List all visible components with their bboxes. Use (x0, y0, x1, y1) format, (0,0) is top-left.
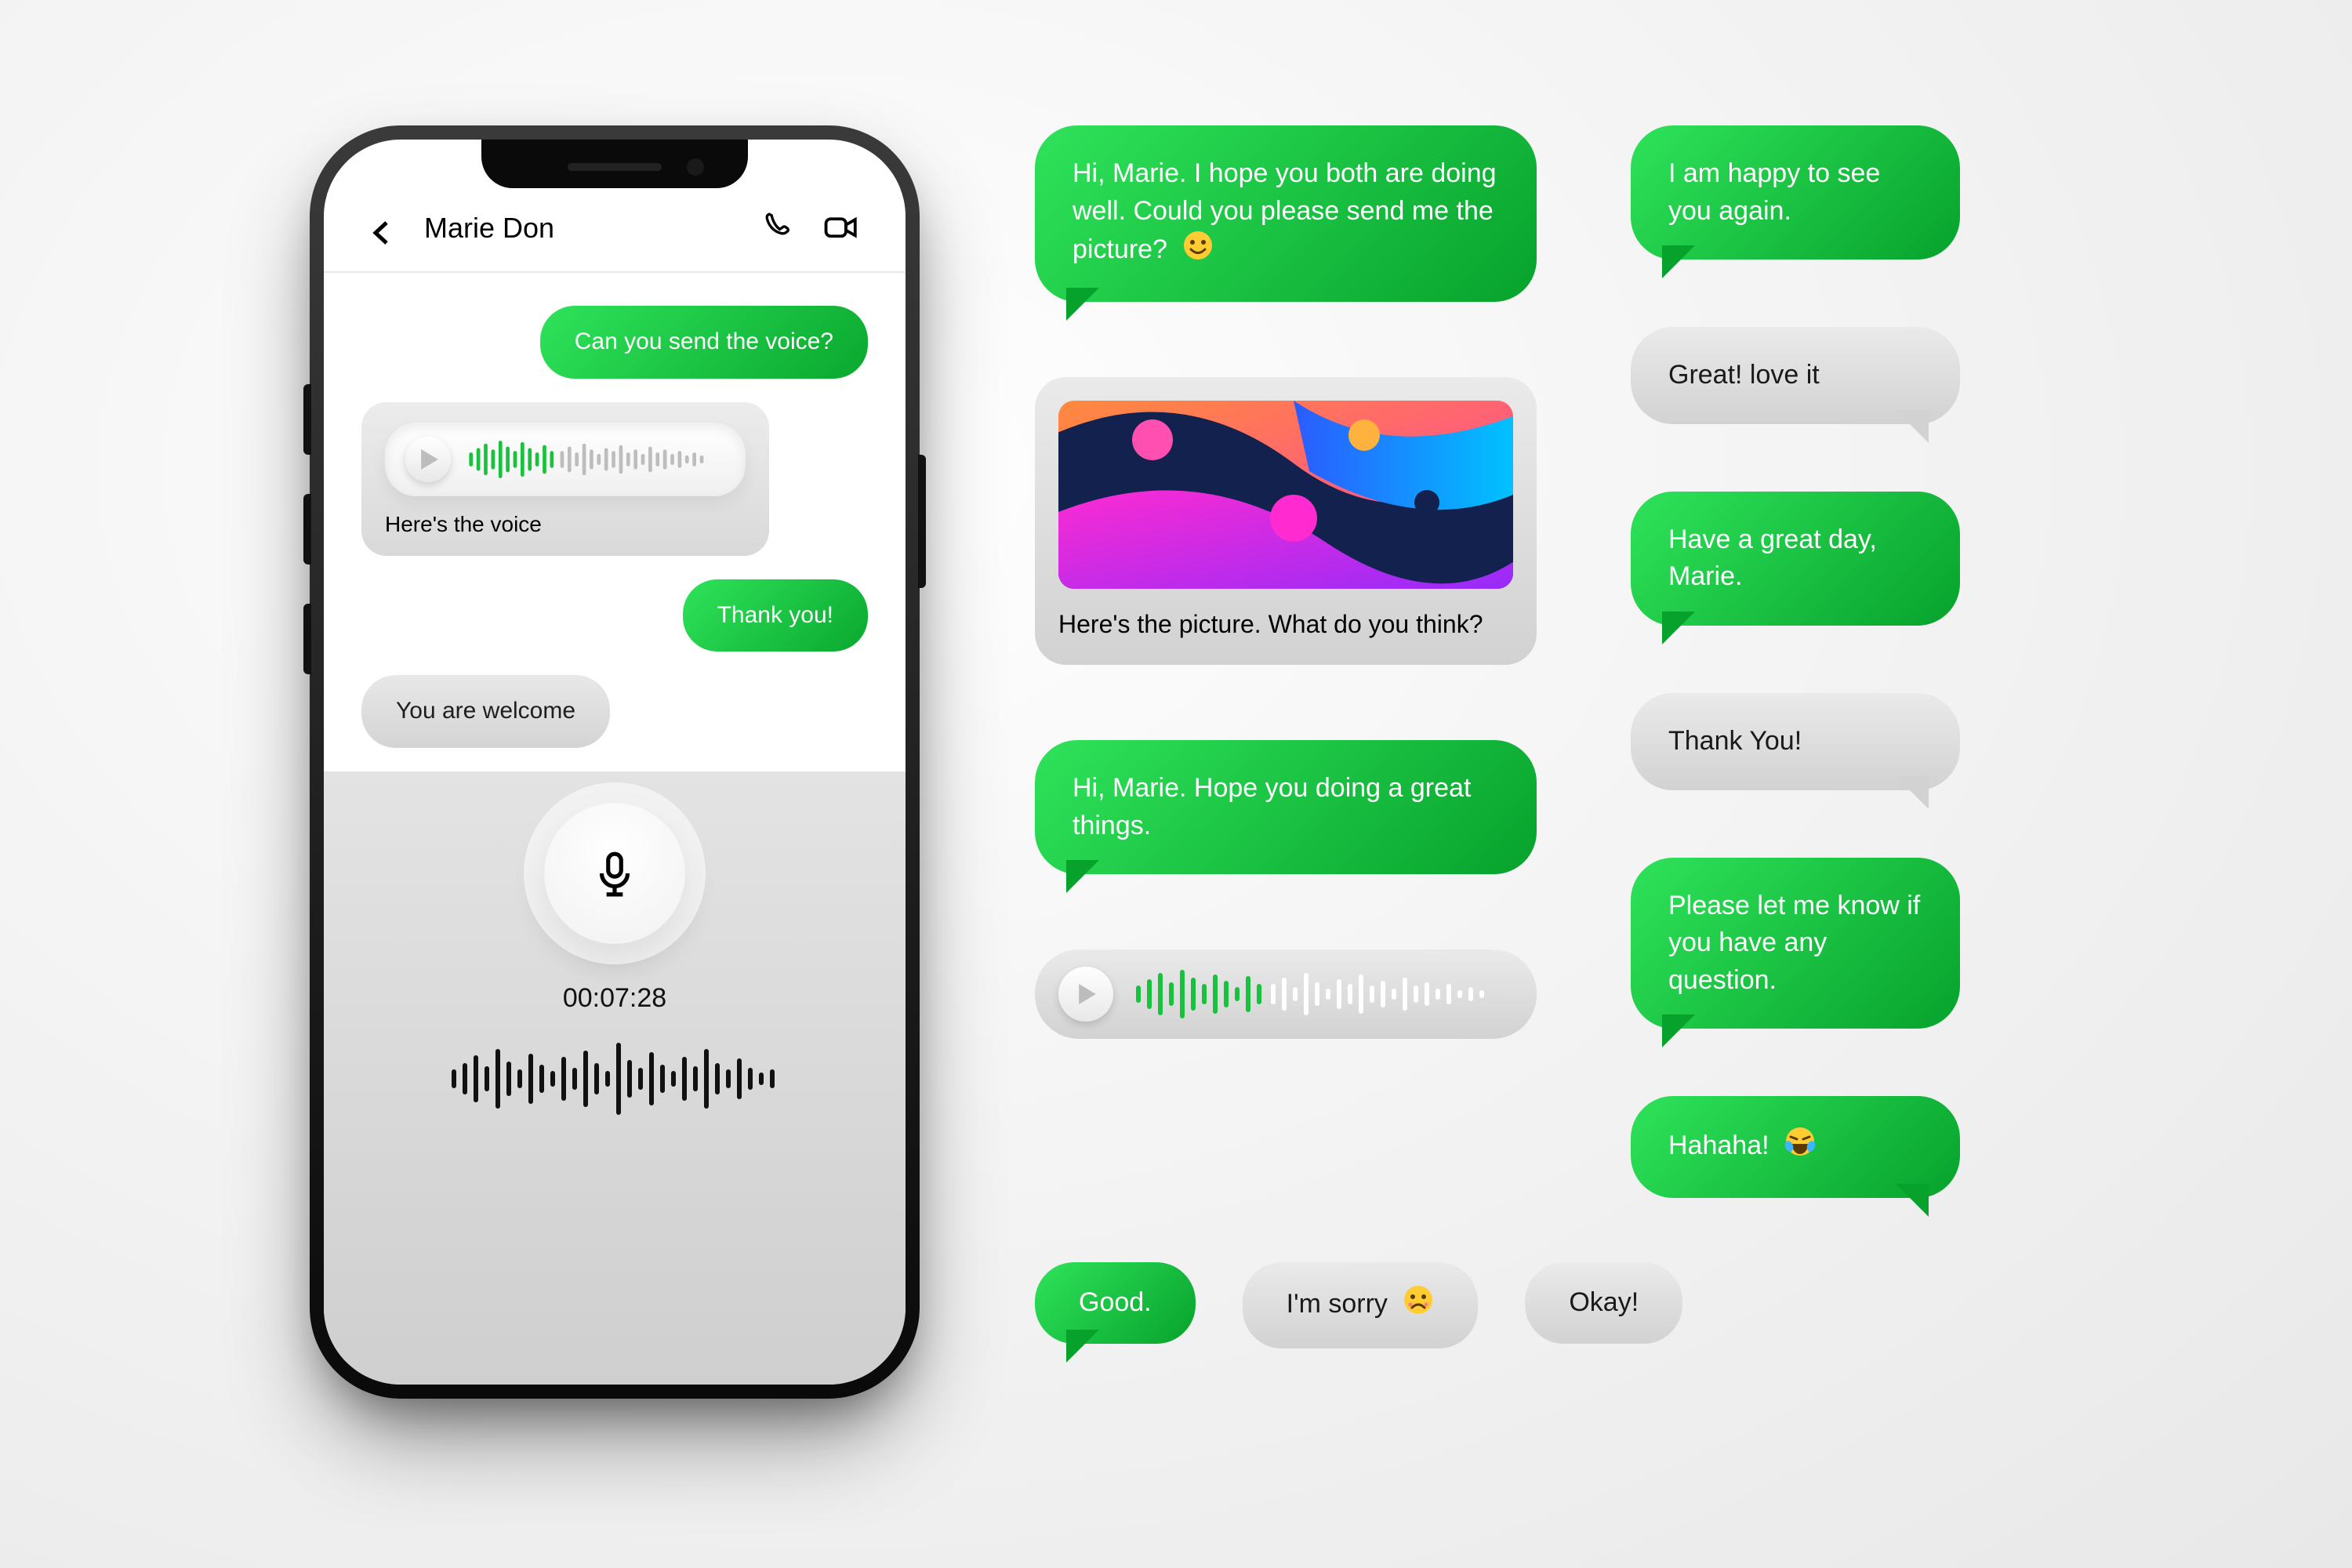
voice-call-icon[interactable] (763, 210, 797, 245)
waveform-icon (1134, 969, 1502, 1019)
message-text: Thank you! (717, 602, 833, 628)
chat-bubble-sent[interactable]: Have a great day, Marie. (1631, 492, 1960, 626)
phone-notch (481, 140, 748, 188)
chat-bubble-sent[interactable]: I am happy to see you again. (1631, 125, 1960, 260)
chat-bubble-received[interactable]: Great! love it (1631, 327, 1960, 424)
bubble-text: Thank You! (1668, 726, 1802, 756)
play-icon[interactable] (1058, 967, 1113, 1022)
laugh-emoji-icon (1784, 1126, 1816, 1168)
image-caption: Here's the picture. What do you think? (1058, 608, 1513, 641)
bubble-text: Hahaha! (1668, 1131, 1769, 1160)
play-icon[interactable] (405, 437, 451, 482)
recording-timer: 00:07:28 (563, 983, 666, 1014)
bubble-text: Please let me know if you have any quest… (1668, 891, 1920, 995)
sad-emoji-icon (1403, 1284, 1434, 1327)
abstract-image-icon (1058, 401, 1513, 589)
video-call-icon[interactable] (824, 210, 858, 245)
waveform-icon (468, 438, 725, 481)
message-sent[interactable]: Thank you! (683, 579, 868, 652)
message-sent[interactable]: Can you send the voice? (540, 306, 868, 379)
message-text: Can you send the voice? (575, 328, 833, 354)
chat-bubble-sent[interactable]: Hi, Marie. Hope you doing a great things… (1035, 740, 1537, 874)
chat-bubble-sent[interactable]: Please let me know if you have any quest… (1631, 858, 1960, 1029)
chat-bubble-received[interactable]: I'm sorry (1243, 1262, 1479, 1348)
bubble-text: Have a great day, Marie. (1668, 524, 1877, 592)
recording-panel: 00:07:28 (324, 771, 906, 1385)
bubble-text: I'm sorry (1287, 1289, 1388, 1319)
bubble-text: Hi, Marie. Hope you doing a great things… (1073, 773, 1471, 840)
back-button[interactable] (371, 221, 394, 245)
contact-name: Marie Don (424, 212, 736, 245)
bubble-text: Hi, Marie. I hope you both are doing wel… (1073, 158, 1497, 264)
message-list: Can you send the voice? (324, 273, 906, 771)
message-text: You are welcome (396, 698, 575, 724)
smile-emoji-icon (1182, 230, 1214, 272)
bubble-text: Good. (1079, 1287, 1152, 1317)
bubble-text: Okay! (1569, 1287, 1639, 1317)
chat-bubble-received[interactable]: Okay! (1525, 1262, 1682, 1344)
voice-caption: Here's the voice (385, 512, 746, 537)
chat-bubble-received[interactable]: Thank You! (1631, 693, 1960, 790)
image-message[interactable]: Here's the picture. What do you think? (1035, 377, 1537, 665)
chat-bubble-sent[interactable]: Good. (1035, 1262, 1196, 1344)
bubble-text: Great! love it (1668, 360, 1820, 390)
voice-message[interactable]: Here's the voice (361, 402, 769, 556)
voice-bubble[interactable] (1035, 949, 1537, 1039)
chat-bubble-sent[interactable]: Hi, Marie. I hope you both are doing wel… (1035, 125, 1537, 302)
recording-waveform-icon (446, 1036, 783, 1122)
message-received[interactable]: You are welcome (361, 675, 610, 748)
chat-bubble-sent[interactable]: Hahaha! (1631, 1096, 1960, 1198)
bottom-row: Good. I'm sorry Okay! (1035, 1262, 1682, 1348)
bubble-text: I am happy to see you again. (1668, 158, 1880, 226)
phone-frame: Marie Don Can you send the voice? (310, 125, 920, 1399)
phone-screen: Marie Don Can you send the voice? (324, 140, 906, 1385)
microphone-button[interactable] (544, 803, 685, 944)
